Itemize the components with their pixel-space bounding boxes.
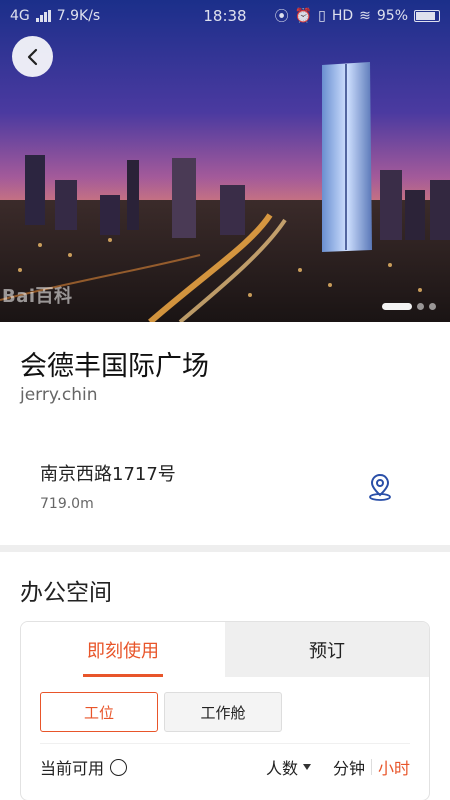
baidu-watermark: Bai百科 (2, 286, 73, 307)
status-bar: 4G 7.9K/s 18:38 ⦿ ⏰ ▯ HD ≋ 95% (0, 0, 450, 32)
unit-hour-option[interactable]: 小时 (378, 755, 410, 779)
booking-card: 即刻使用 预订 工位 工作舱 当前可用 人数 分钟 小时 (20, 621, 430, 800)
carousel-dot (429, 303, 436, 310)
hd-label: HD (331, 8, 354, 24)
battery-icon (414, 10, 440, 22)
carousel-dot (417, 303, 424, 310)
people-count-dropdown[interactable]: 人数 (266, 755, 311, 779)
radio-icon (110, 758, 128, 776)
space-type-selector: 工位 工作舱 (40, 692, 282, 732)
section-divider (0, 545, 450, 552)
type-work-pod-button[interactable]: 工作舱 (164, 692, 282, 732)
available-now-toggle[interactable]: 当前可用 (40, 755, 128, 779)
people-label: 人数 (265, 759, 298, 778)
vibrate-icon: ▯ (318, 8, 326, 24)
alarm-icon: ⏰ (294, 8, 313, 24)
caret-down-icon (302, 764, 311, 770)
city-skyline-photo (0, 0, 450, 322)
carousel-dot-active (382, 303, 412, 310)
card-divider (40, 743, 410, 744)
network-label: 4G (10, 8, 30, 24)
unit-minute-option[interactable]: 分钟 (333, 755, 365, 779)
status-right: ⦿ ⏰ ▯ HD ≋ 95% (275, 6, 440, 26)
wifi-icon: ≋ (359, 8, 371, 24)
signal-icon (35, 10, 51, 22)
section-title: 办公空间 (20, 580, 112, 606)
tab-reserve[interactable]: 预订 (225, 622, 429, 677)
tab-use-now[interactable]: 即刻使用 (21, 622, 225, 677)
hero-image (0, 0, 450, 322)
building-name: 会德丰国际广场 (20, 351, 209, 382)
building-owner: jerry.chin (20, 385, 98, 405)
carousel-indicator (382, 303, 436, 310)
type-workstation-button[interactable]: 工位 (40, 692, 158, 732)
status-left: 4G 7.9K/s (10, 8, 100, 24)
network-speed: 7.9K/s (56, 8, 101, 24)
chevron-left-icon (27, 48, 37, 65)
battery-percent: 95% (376, 8, 408, 24)
unit-separator (370, 759, 372, 775)
available-now-label: 当前可用 (40, 759, 105, 778)
usage-tabs: 即刻使用 预订 (21, 622, 429, 677)
map-location-button[interactable] (365, 472, 395, 502)
location-status-icon: ⦿ (274, 9, 289, 25)
building-address: 南京西路1717号 (40, 464, 176, 485)
building-distance: 719.0m (40, 496, 94, 512)
back-button[interactable] (12, 36, 53, 77)
filter-row: 当前可用 人数 分钟 小时 (40, 755, 410, 779)
map-pin-icon (369, 473, 391, 501)
